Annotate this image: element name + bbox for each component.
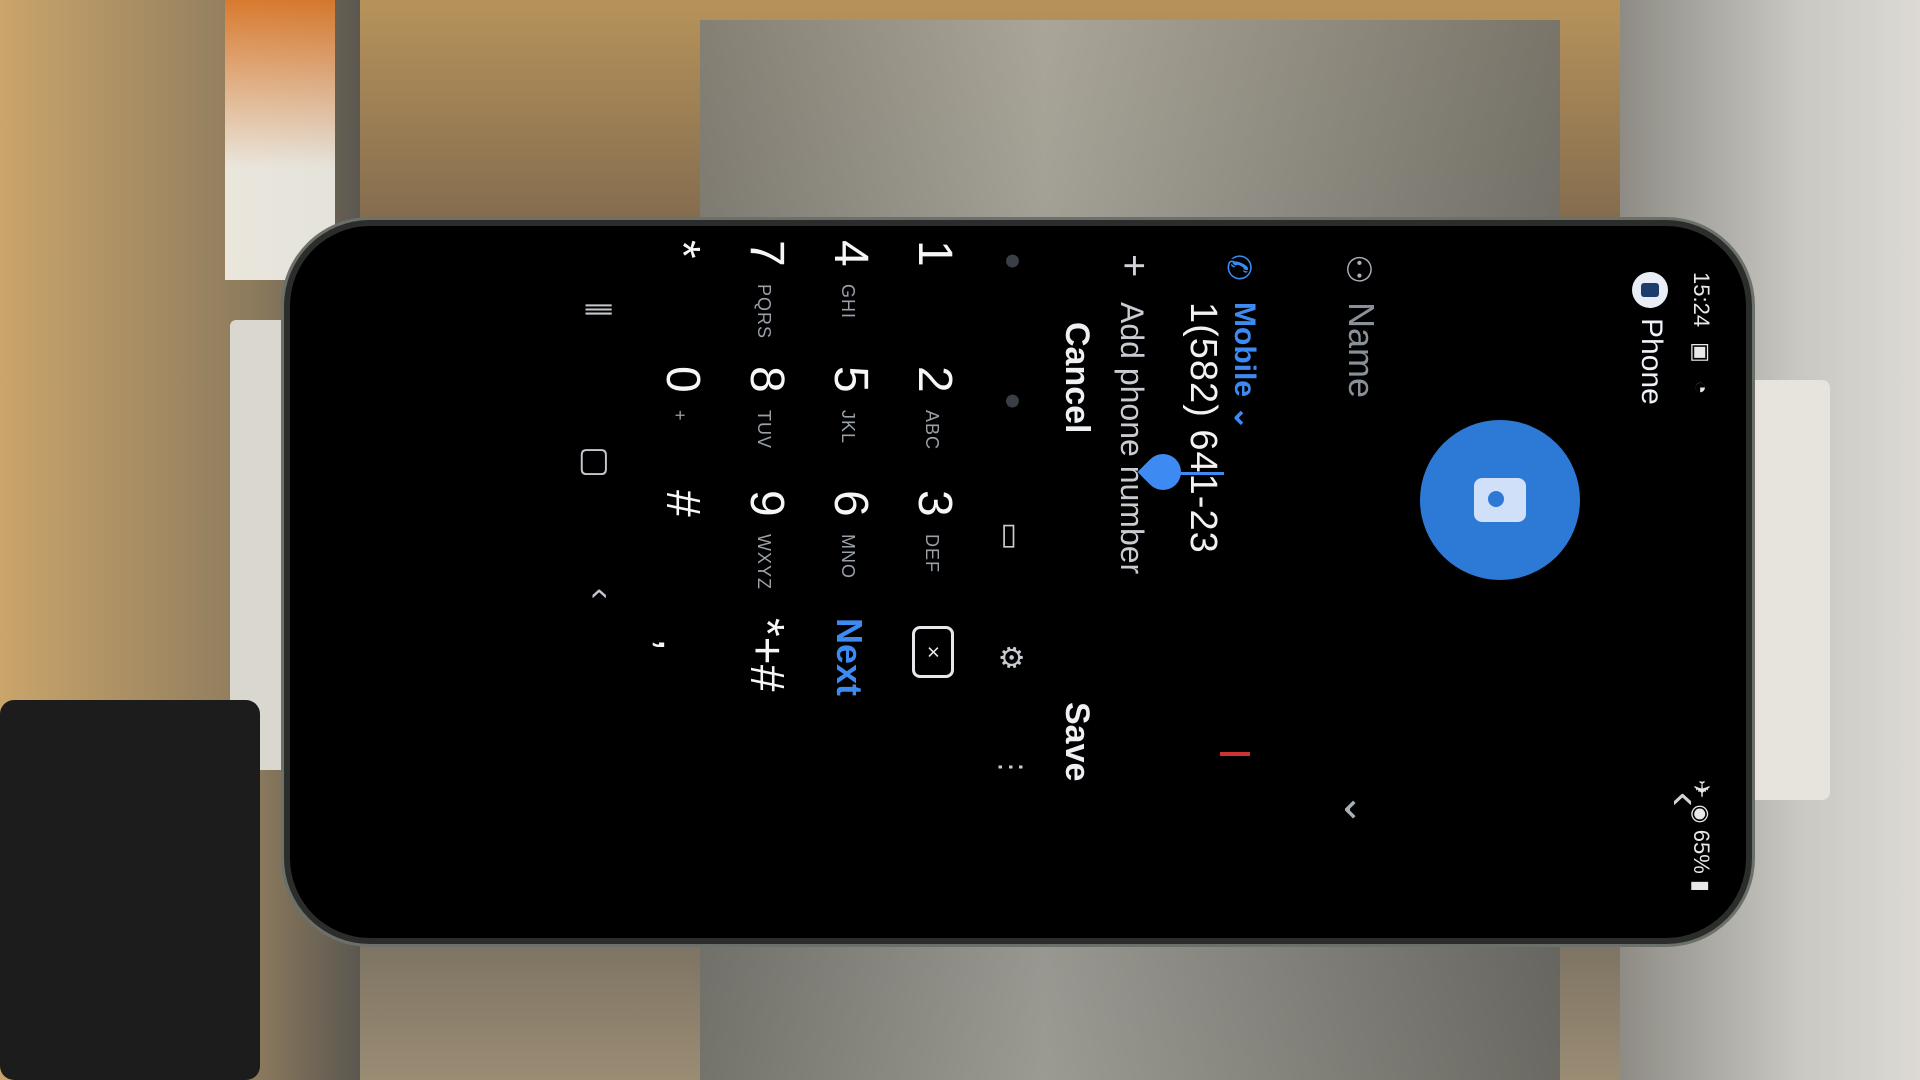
- contact-photo-button[interactable]: [1420, 420, 1580, 580]
- battery-percent: 65%: [1689, 829, 1714, 874]
- back-icon[interactable]: ‹: [581, 588, 620, 599]
- symbols-key[interactable]: *+#: [722, 618, 794, 838]
- phone-icon: ✆: [1221, 254, 1257, 281]
- keyboard-icon[interactable]: ▭: [993, 522, 1028, 550]
- background-window-bottom: [700, 940, 1560, 1080]
- gear-icon[interactable]: ⚙: [993, 644, 1028, 671]
- plus-icon[interactable]: +: [1111, 254, 1156, 277]
- home-icon[interactable]: ▢: [576, 446, 616, 478]
- cancel-button[interactable]: Cancel: [1057, 322, 1096, 434]
- more-icon[interactable]: ⋮: [993, 752, 1028, 782]
- photo-icon: [1474, 478, 1526, 522]
- recent-apps-icon[interactable]: ⦀: [577, 302, 616, 317]
- person-icon: ⚇: [1339, 254, 1377, 285]
- phone-device: 15:24 ▣ ◔ ✈ ◉ 65% ▮ Phone ‹ ⚇ Name ⌄ ✆ M…: [290, 226, 1746, 938]
- save-button[interactable]: Save: [1057, 702, 1096, 781]
- add-phone-number-button[interactable]: Add phone number: [1113, 302, 1150, 574]
- name-field[interactable]: Name: [1340, 302, 1382, 398]
- comma-key[interactable]: ,: [630, 638, 702, 858]
- app-title: Phone: [1635, 318, 1668, 405]
- next-button[interactable]: Next: [828, 618, 870, 696]
- backspace-icon[interactable]: ×: [912, 626, 954, 678]
- phone-number-input[interactable]: 1(582) 641-23: [1181, 302, 1224, 554]
- emoji-icon[interactable]: ●: [996, 252, 1030, 270]
- phone-app-icon: [1632, 272, 1668, 308]
- status-icons: ▣ ◔: [1689, 342, 1714, 401]
- background-window-top: [700, 20, 1560, 220]
- chevron-left-icon[interactable]: ‹: [1660, 792, 1710, 807]
- number-type-selector[interactable]: Mobile ⌄: [1227, 302, 1262, 430]
- sticker-icon[interactable]: ●: [996, 392, 1030, 410]
- phone-screen: 15:24 ▣ ◔ ✈ ◉ 65% ▮ Phone ‹ ⚇ Name ⌄ ✆ M…: [296, 232, 1736, 932]
- camera-device: [0, 700, 260, 1080]
- status-time: 15:24: [1689, 272, 1714, 328]
- remove-number-icon[interactable]: [1220, 752, 1250, 756]
- text-cursor: [1180, 472, 1224, 475]
- chevron-down-icon[interactable]: ⌄: [1335, 792, 1384, 827]
